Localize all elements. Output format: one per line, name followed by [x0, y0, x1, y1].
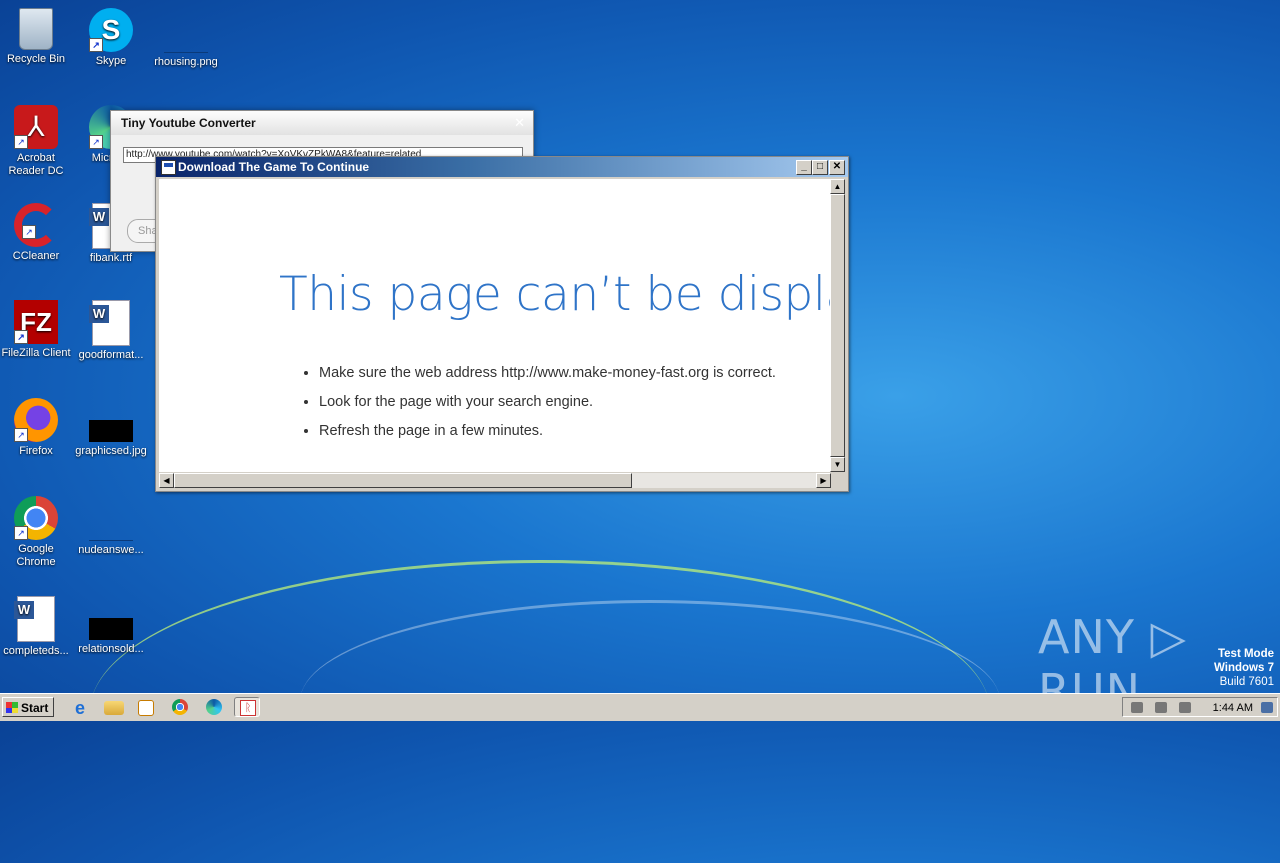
scroll-up-button[interactable]: ▲ [830, 179, 845, 194]
scroll-thumb[interactable] [174, 473, 632, 488]
taskbar: Start e ᚱ 1:44 AM [0, 693, 1280, 721]
error-suggestions: Make sure the web address http://www.mak… [301, 359, 776, 446]
vertical-scrollbar[interactable]: ▲ ▼ [830, 179, 845, 472]
desktop-icon-relationsold[interactable]: relationsold... [73, 596, 149, 656]
watermark-line: Build 7601 [1219, 676, 1274, 688]
app-icon [161, 160, 176, 175]
start-button[interactable]: Start [2, 697, 54, 717]
volume-icon[interactable] [1131, 702, 1143, 713]
desktop-icon-rhousing[interactable]: rhousing.png [148, 8, 224, 69]
close-icon[interactable]: ✕ [514, 115, 525, 131]
image-file-icon [89, 618, 133, 640]
desktop-icon-graphicsed[interactable]: graphicsed.jpg [73, 398, 149, 458]
ie-icon[interactable]: e [70, 698, 90, 718]
ccleaner-icon: ↗ [14, 203, 58, 247]
chrome-icon[interactable] [172, 699, 188, 715]
watermark-line: Test Mode [1217, 648, 1274, 660]
explorer-icon[interactable] [104, 701, 124, 715]
maximize-button[interactable]: □ [812, 160, 828, 175]
windows-flag-icon [6, 702, 18, 713]
rss-app-icon[interactable]: ᚱ [234, 697, 260, 717]
flag-icon[interactable] [1179, 702, 1191, 713]
recycle-bin-icon [19, 8, 53, 50]
list-item: Refresh the page in a few minutes. [319, 417, 776, 446]
desktop-icon-goodformat[interactable]: W goodformat... [73, 300, 149, 362]
list-item: Make sure the web address http://www.mak… [319, 359, 776, 388]
dialog-titlebar[interactable]: Download The Game To Continue _ □ ✕ [156, 157, 848, 177]
scroll-thumb[interactable] [830, 194, 845, 457]
browser-content: This page can’t be display Make sure the… [159, 179, 831, 472]
error-heading: This page can’t be display [279, 267, 831, 322]
word-doc-icon: W [89, 300, 130, 346]
dialog-title: Download The Game To Continue [178, 160, 370, 174]
firefox-icon: ↗ [14, 398, 58, 442]
image-file-icon [89, 420, 133, 442]
show-desktop-icon[interactable] [1261, 702, 1273, 713]
skype-icon: S ↗ [89, 8, 133, 52]
scroll-left-button[interactable]: ◀ [159, 473, 174, 488]
word-doc-icon: W [14, 596, 55, 642]
media-player-icon[interactable] [138, 700, 154, 716]
edge-icon[interactable] [206, 699, 222, 715]
desktop-icon-nudeanswe[interactable]: nudeanswe... [73, 496, 149, 557]
watermark-line: Windows 7 [1214, 662, 1274, 674]
close-button[interactable]: ✕ [829, 160, 845, 175]
test-mode-watermark: Test Mode Windows 7 Build 7601 [1214, 647, 1274, 689]
system-tray: 1:44 AM [1122, 697, 1278, 717]
horizontal-scrollbar[interactable]: ◀ ▶ [159, 473, 831, 488]
desktop-icon-completeds[interactable]: W completeds... [0, 596, 74, 658]
desktop-icon-skype[interactable]: S ↗ Skype [73, 8, 149, 68]
image-file-icon [89, 496, 133, 541]
desktop-icon-firefox[interactable]: ↗ Firefox [0, 398, 74, 458]
desktop-icon-ccleaner[interactable]: ↗ CCleaner [0, 203, 74, 263]
window-title: Tiny Youtube Converter [111, 111, 533, 135]
download-dialog-window[interactable]: Download The Game To Continue _ □ ✕ This… [155, 156, 849, 492]
network-icon[interactable] [1155, 702, 1167, 713]
list-item: Look for the page with your search engin… [319, 388, 776, 417]
desktop-icon-recycle-bin[interactable]: Recycle Bin [0, 8, 74, 66]
scroll-down-button[interactable]: ▼ [830, 457, 845, 472]
start-label: Start [21, 701, 49, 715]
desktop-icon-acrobat[interactable]: ⅄ ↗ Acrobat Reader DC [0, 105, 74, 178]
scroll-right-button[interactable]: ▶ [816, 473, 831, 488]
chrome-icon: ↗ [14, 496, 58, 540]
image-file-icon [164, 8, 208, 53]
acrobat-icon: ⅄ ↗ [14, 105, 58, 149]
minimize-button[interactable]: _ [796, 160, 812, 175]
desktop-icon-filezilla[interactable]: FZ ↗ FileZilla Client [0, 300, 74, 360]
desktop-icon-chrome[interactable]: ↗ Google Chrome [0, 496, 74, 569]
filezilla-icon: FZ ↗ [14, 300, 58, 344]
clock[interactable]: 1:44 AM [1213, 698, 1253, 718]
